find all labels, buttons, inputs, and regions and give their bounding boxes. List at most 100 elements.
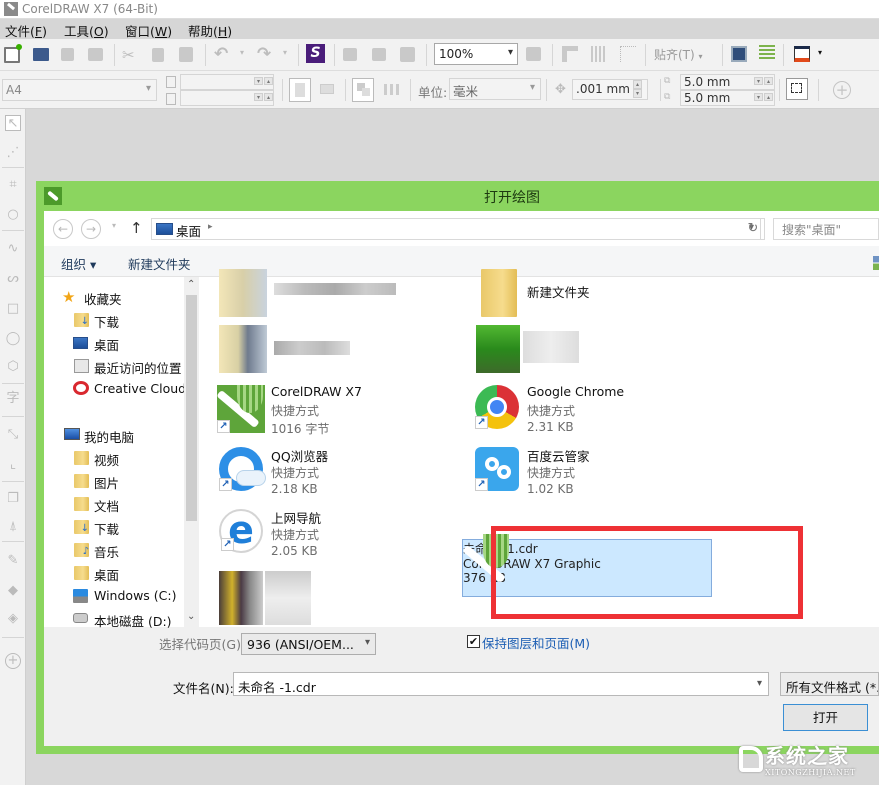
filename-input[interactable]: 未命名 -1.cdr ▾ (233, 672, 769, 696)
file-item[interactable]: ↗ 百度云管家 快捷方式 1.02 KB (455, 443, 695, 501)
publish-pdf-icon[interactable] (400, 47, 415, 62)
snap-to-dropdown[interactable]: 贴齐(T) ▾ (654, 46, 703, 63)
nav-computer-drive-d[interactable]: 本地磁盘 (D:) (94, 611, 172, 630)
file-item[interactable]: 新建文件夹 (461, 265, 701, 323)
search-content-icon[interactable]: S (306, 44, 325, 63)
grid-icon[interactable] (591, 46, 607, 62)
application-launcher-icon[interactable] (794, 46, 810, 62)
copy-icon[interactable] (152, 48, 164, 62)
organize-button[interactable]: 组织 ▾ (61, 254, 96, 273)
freehand-tool-icon[interactable]: ∿ (5, 241, 21, 257)
file-item[interactable]: ↗ CorelDRAW X7 快捷方式 1016 字节 (199, 381, 439, 439)
keep-layers-checkbox[interactable]: ✔ (467, 635, 480, 648)
new-document-icon[interactable] (4, 44, 22, 63)
nav-favorites-recent[interactable]: 最近访问的位置 (94, 358, 182, 377)
add-icon[interactable]: + (833, 81, 851, 99)
nav-computer-music[interactable]: 音乐 (94, 542, 119, 561)
shape-tool-icon[interactable]: ⋰ (5, 145, 21, 161)
connector-tool-icon[interactable]: ⌞ (5, 457, 21, 473)
color-eyedropper-tool-icon[interactable]: ✎ (5, 553, 21, 569)
current-page-button[interactable] (384, 84, 400, 95)
interactive-fill-tool-icon[interactable]: ◆ (5, 583, 21, 599)
nav-computer-drive-c[interactable]: Windows (C:) (94, 588, 176, 603)
undo-dropdown-icon[interactable]: ▾ (240, 48, 256, 64)
parallel-dimension-tool-icon[interactable]: ⤡ (5, 427, 21, 443)
units-select[interactable]: 毫米 ▾ (449, 78, 541, 100)
spin-up-button[interactable]: ▴ (633, 80, 642, 89)
nav-computer[interactable]: 我的电脑 (84, 427, 134, 446)
zoom-level-select[interactable]: 100% ▾ (434, 43, 518, 65)
refresh-button[interactable]: ↻ (742, 218, 765, 240)
nav-computer-desktop[interactable]: 桌面 (94, 565, 119, 584)
text-tool-icon[interactable]: 字 (5, 391, 21, 407)
rectangle-tool-icon[interactable]: □ (5, 301, 21, 317)
open-button[interactable]: 打开 (783, 704, 868, 731)
file-item[interactable]: ↗ QQ浏览器 快捷方式 2.18 KB (199, 443, 439, 501)
file-item[interactable]: e ↗ 上网导航 快捷方式 2.05 KB (199, 505, 439, 563)
nav-favorites-creative-cloud[interactable]: Creative Cloud (94, 381, 186, 396)
new-folder-button[interactable]: 新建文件夹 (128, 254, 191, 273)
welcome-screen-icon[interactable] (731, 46, 747, 62)
zoom-tool-icon[interactable]: ○ (5, 207, 21, 223)
spin-up-button[interactable]: ▴ (764, 77, 773, 85)
scroll-up-icon[interactable]: ⌃ (187, 279, 195, 290)
spin-down-button[interactable]: ▾ (633, 89, 642, 98)
chevron-right-icon[interactable]: ▸ (208, 222, 213, 232)
paste-icon[interactable] (179, 47, 193, 62)
artistic-media-tool-icon[interactable]: ᔕ (5, 271, 21, 287)
cut-icon[interactable]: ✂ (122, 46, 138, 64)
all-pages-button[interactable] (352, 78, 374, 102)
scroll-down-icon[interactable]: ⌄ (187, 611, 195, 622)
search-input[interactable]: 搜索"桌面" (773, 218, 879, 240)
import-icon[interactable] (343, 48, 357, 61)
spin-down-button[interactable]: ▾ (754, 93, 763, 101)
nav-favorites-desktop[interactable]: 桌面 (94, 335, 119, 354)
page-size-select[interactable]: A4 ▾ (2, 79, 157, 101)
address-bar[interactable]: 桌面 ▸ ▾ (151, 218, 761, 240)
print-icon[interactable] (88, 48, 103, 61)
file-item-blurred[interactable] (199, 321, 439, 379)
address-location[interactable]: 桌面 (176, 221, 201, 240)
nav-computer-pictures[interactable]: 图片 (94, 473, 119, 492)
back-button[interactable]: ← (53, 219, 73, 239)
transparency-tool-icon[interactable]: ⍋ (5, 519, 21, 535)
file-item-blurred[interactable] (461, 321, 701, 379)
nav-computer-documents[interactable]: 文档 (94, 496, 119, 515)
spin-down-button[interactable]: ▾ (254, 93, 263, 101)
rulers-icon[interactable] (562, 46, 578, 62)
undo-icon[interactable]: ↶ (214, 44, 230, 64)
nav-scrollbar[interactable]: ⌃ ⌄ (184, 277, 199, 627)
treat-as-filled-icon[interactable] (786, 78, 808, 100)
add-tool-icon[interactable]: + (5, 653, 21, 669)
file-item-blurred[interactable] (199, 265, 439, 323)
nav-favorites[interactable]: 收藏夹 (84, 289, 122, 308)
spin-up-button[interactable]: ▴ (264, 93, 273, 101)
spin-down-button[interactable]: ▾ (754, 77, 763, 85)
nav-favorites-downloads[interactable]: 下载 (94, 312, 119, 331)
crop-tool-icon[interactable]: ⌗ (5, 177, 21, 193)
codepage-select[interactable]: 936 (ANSI/OEM... ▾ (241, 633, 376, 655)
menu-help[interactable]: 帮助(H) (188, 21, 232, 40)
file-item-blurred[interactable] (199, 567, 439, 625)
portrait-button[interactable] (289, 78, 311, 102)
export-icon[interactable] (372, 48, 386, 61)
recent-locations-dropdown[interactable]: ▾ (112, 221, 116, 230)
nav-computer-videos[interactable]: 视频 (94, 450, 119, 469)
redo-icon[interactable]: ↷ (257, 44, 273, 64)
up-arrow-icon[interactable]: ↑ (130, 219, 143, 237)
spin-up-button[interactable]: ▴ (264, 77, 273, 85)
save-icon[interactable] (61, 48, 74, 61)
menu-tools[interactable]: 工具(O) (64, 21, 109, 40)
redo-dropdown-icon[interactable]: ▾ (283, 48, 299, 64)
spin-up-button[interactable]: ▴ (764, 93, 773, 101)
full-screen-icon[interactable] (526, 47, 541, 61)
smart-fill-tool-icon[interactable]: ◈ (5, 611, 21, 627)
nav-computer-downloads[interactable]: 下载 (94, 519, 119, 538)
menu-file[interactable]: 文件(F) (5, 21, 47, 40)
drop-shadow-tool-icon[interactable]: ❐ (5, 491, 21, 507)
options-icon[interactable] (759, 45, 775, 61)
file-type-select[interactable]: 所有文件格式 (*.* (780, 672, 879, 696)
change-view-icon[interactable] (873, 256, 879, 270)
spin-down-button[interactable]: ▾ (254, 77, 263, 85)
guidelines-icon[interactable] (620, 46, 636, 62)
